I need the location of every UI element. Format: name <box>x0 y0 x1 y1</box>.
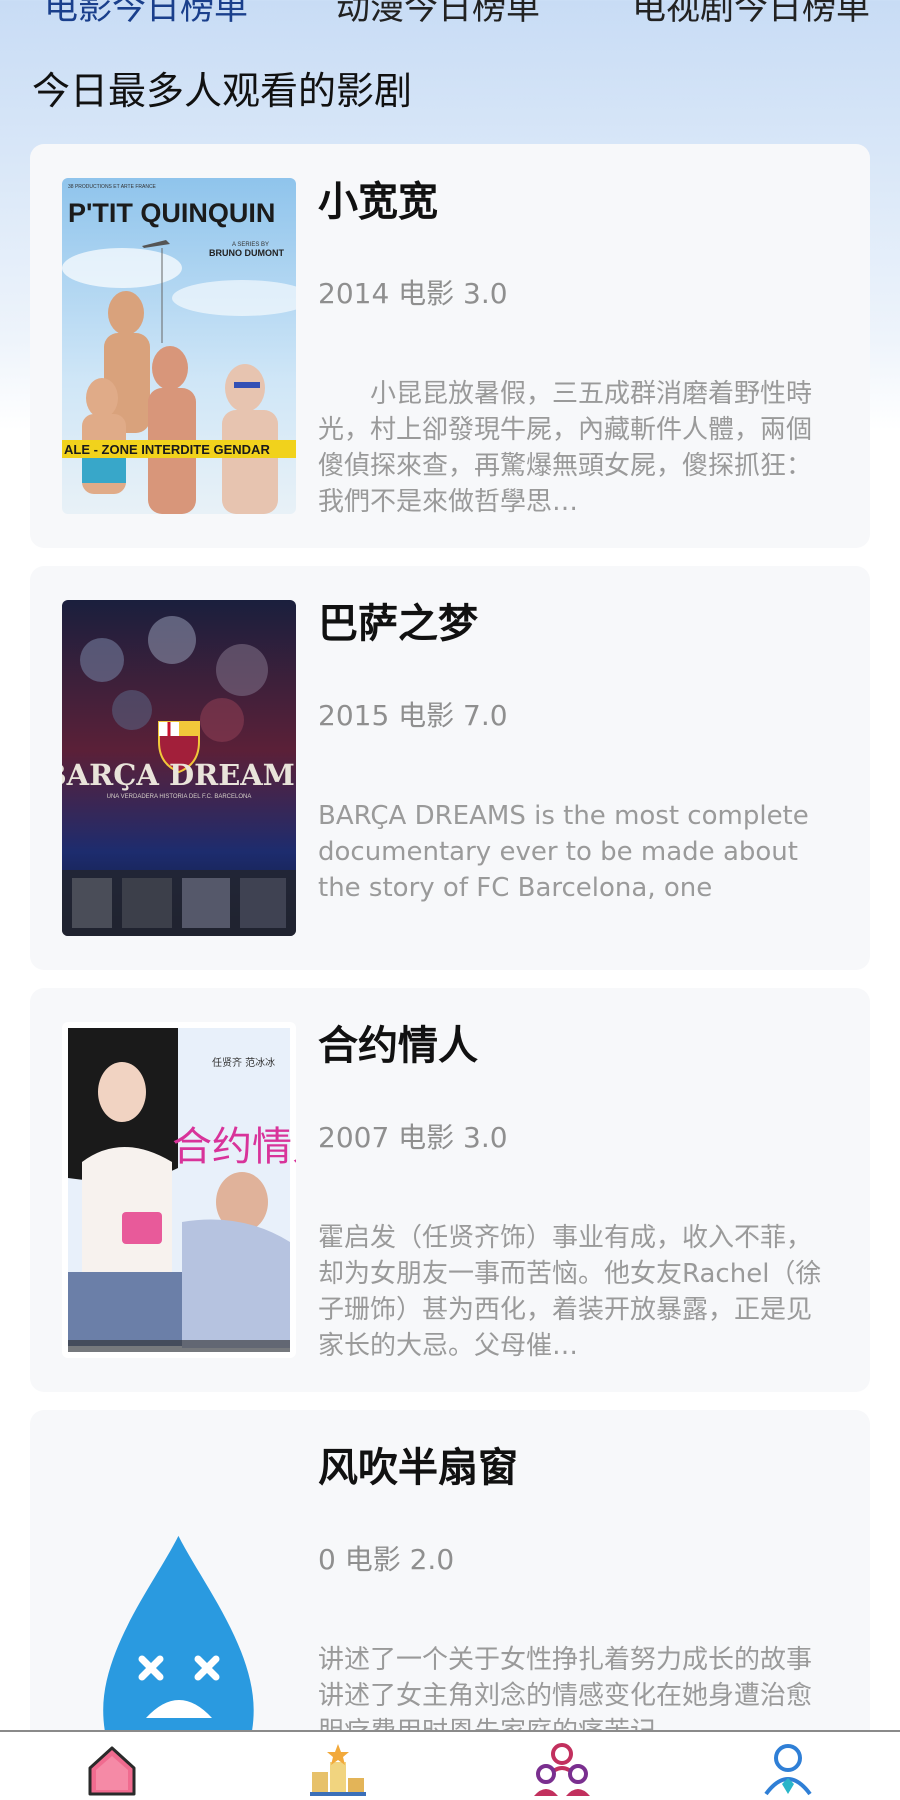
list-item[interactable]: 合约情人 任贤齐 范冰冰 合约情人 2007 电影 3.0 霍启发（任贤齐饰）事… <box>30 988 870 1392</box>
ranking-icon <box>310 1744 366 1796</box>
tab-tv-ranking[interactable]: 电视剧今日榜单 <box>632 0 870 28</box>
poster-band-text: ALE - ZONE INTERDITE GENDAR <box>64 442 270 457</box>
item-title: 合约情人 <box>318 1023 478 1069</box>
tab-anime-ranking[interactable]: 动漫今日榜单 <box>336 0 540 28</box>
item-title: 巴萨之梦 <box>318 601 478 647</box>
poster-image[interactable]: 合约情人 任贤齐 范冰冰 <box>62 1022 296 1358</box>
item-meta: 0 电影 2.0 <box>318 1543 455 1576</box>
top-tab-bar: 电影今日榜单 动漫今日榜单 电视剧今日榜单 <box>0 0 900 38</box>
list-item[interactable]: BARÇA DREAMS UNA VERDADERA HISTORIA DEL … <box>30 566 870 970</box>
poster-title-text: P'TIT QUINQUIN <box>68 198 275 228</box>
section-title: 今日最多人观看的影剧 <box>32 69 413 113</box>
bottom-navigation <box>0 1730 900 1800</box>
poster-top-credit: 38 PRODUCTIONS ET ARTE FRANCE <box>68 184 157 190</box>
item-title: 风吹半扇窗 <box>318 1445 518 1491</box>
list-item[interactable]: 38 PRODUCTIONS ET ARTE FRANCE P'TIT QUIN… <box>30 144 870 548</box>
item-meta: 2007 电影 3.0 <box>318 1121 508 1154</box>
item-description: 霍启发（任贤齐饰）事业有成，收入不菲，却为女朋友一事而苦恼。他女友Rachel（… <box>318 1223 822 1361</box>
poster-title-text: BARÇA DREAMS <box>62 758 296 792</box>
item-title: 小宽宽 <box>318 179 438 225</box>
community-icon <box>534 1743 590 1796</box>
poster-cast: 任贤齐 范冰冰 <box>212 1056 275 1069</box>
poster-subtitle: UNA VERDADERA HISTORIA DEL F.C. BARCELON… <box>107 794 252 800</box>
item-description: BARÇA DREAMS is the most complete docume… <box>318 801 809 903</box>
poster-credit: BRUNO DUMONT <box>209 248 284 258</box>
item-description: 小昆昆放暑假，三五成群消磨着野性時光，村上卻發現牛屍，內藏斬件人體，兩個傻偵探來… <box>318 379 813 517</box>
profile-icon <box>764 1744 812 1796</box>
nav-profile[interactable] <box>758 1742 818 1798</box>
tab-movie-ranking[interactable]: 电影今日榜单 <box>44 0 248 28</box>
poster-image[interactable]: BARÇA DREAMS UNA VERDADERA HISTORIA DEL … <box>62 600 296 936</box>
item-meta: 2015 电影 7.0 <box>318 699 508 732</box>
poster-image[interactable]: 38 PRODUCTIONS ET ARTE FRANCE P'TIT QUIN… <box>62 178 296 514</box>
nav-home[interactable] <box>82 1742 142 1798</box>
item-meta: 2014 电影 3.0 <box>318 277 508 310</box>
nav-ranking[interactable] <box>308 1742 368 1798</box>
poster-title-text: 合约情人 <box>172 1124 296 1170</box>
nav-community[interactable] <box>532 1742 592 1798</box>
home-icon <box>88 1746 136 1796</box>
